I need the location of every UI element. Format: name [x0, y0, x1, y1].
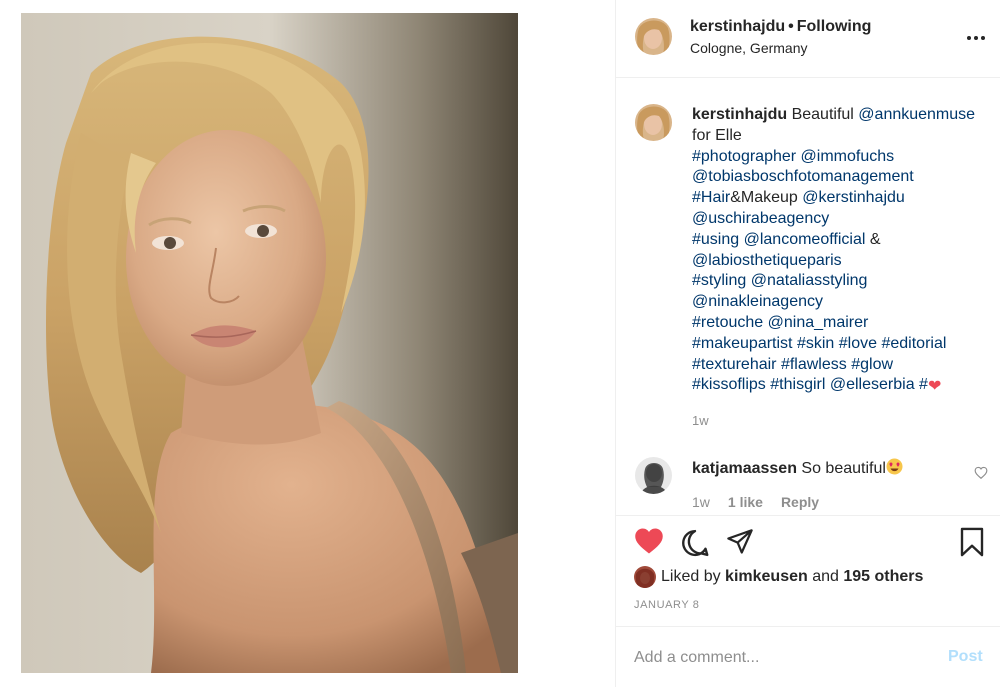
hashtag-link[interactable]: #editorial — [881, 335, 946, 352]
following-button[interactable]: Following — [797, 18, 872, 35]
comment-meta: 1w 1 like Reply — [692, 494, 837, 510]
caption-line: #retouche @nina_mairer — [692, 313, 992, 334]
post-photo-pane — [0, 0, 615, 687]
mention-link[interactable]: @elleserbia — [830, 376, 915, 393]
commenter-username[interactable]: katjamaassen — [692, 460, 797, 477]
mention-link[interactable]: @labiosthetiqueparis — [692, 252, 842, 269]
portrait-image — [21, 13, 518, 673]
caption-line: #styling @nataliasstyling — [692, 271, 992, 292]
hashtag-link[interactable]: #kissoflips — [692, 376, 766, 393]
caption-line: for Elle — [692, 126, 992, 147]
post-caption: kerstinhajdu Beautiful @annkuenmuse for E… — [692, 105, 992, 398]
mention-link[interactable]: @tobiasboschfotomanagement — [692, 168, 914, 185]
add-comment-form: Post — [616, 628, 1000, 687]
bookmark-icon[interactable] — [959, 527, 985, 557]
hashtag-link[interactable]: # — [919, 376, 928, 393]
hashtag-link[interactable]: #retouche — [692, 314, 763, 331]
separator-dot: • — [788, 18, 794, 35]
mention-link[interactable]: @ninakleinagency — [692, 293, 823, 310]
caption-line: @tobiasboschfotomanagement — [692, 167, 992, 188]
caption-line: kerstinhajdu Beautiful @annkuenmuse — [692, 105, 992, 126]
hashtag-link[interactable]: #love — [839, 335, 877, 352]
caption-line: @labiosthetiqueparis — [692, 251, 992, 272]
comment-body: So beautiful — [796, 460, 886, 477]
mention-link[interactable]: @kerstinhajdu — [802, 189, 905, 206]
hashtag-link[interactable]: #thisgirl — [770, 376, 825, 393]
hashtag-link[interactable]: #makeupartist — [692, 335, 793, 352]
caption-text-segment: & — [865, 230, 881, 248]
caption-text-segment: &Makeup — [730, 189, 803, 207]
hashtag-link[interactable]: #Hair — [692, 189, 730, 206]
caption-line: #Hair&Makeup @kerstinhajdu — [692, 188, 992, 209]
post-details-panel: kerstinhajdu • Following Cologne, Germany … — [615, 0, 1000, 687]
caption-line: @ninakleinagency — [692, 292, 992, 313]
liked-by-others[interactable]: 195 others — [843, 568, 923, 585]
heart-icon[interactable] — [634, 527, 664, 555]
more-icon[interactable] — [966, 28, 986, 48]
liker-avatar[interactable] — [634, 566, 656, 588]
author-username[interactable]: kerstinhajdu — [690, 18, 785, 35]
header-username-row: kerstinhajdu • Following — [690, 18, 871, 36]
mention-link[interactable]: @nina_mairer — [768, 314, 869, 331]
share-icon[interactable] — [726, 528, 754, 556]
caption-username[interactable]: kerstinhajdu — [692, 106, 787, 123]
comment-item: katjamaassen So beautiful — [692, 458, 903, 480]
comment-input[interactable] — [634, 646, 934, 670]
hashtag-link[interactable]: #photographer — [692, 148, 796, 165]
caption-text-segment: Beautiful — [787, 106, 859, 123]
mention-link[interactable]: @annkuenmuse — [858, 106, 975, 123]
hashtag-link[interactable]: #styling — [692, 272, 746, 289]
post-location[interactable]: Cologne, Germany — [690, 40, 808, 56]
post-header: kerstinhajdu • Following Cologne, Germany — [616, 0, 1000, 78]
caption-line: #photographer @immofuchs — [692, 147, 992, 168]
comment-timestamp[interactable]: 1w — [692, 494, 710, 510]
comment-icon[interactable] — [680, 528, 710, 558]
caption-author-avatar[interactable] — [635, 104, 672, 141]
commenter-avatar[interactable] — [635, 457, 672, 494]
mention-link[interactable]: @lancomeofficial — [744, 231, 866, 248]
comments-scroll-area[interactable]: kerstinhajdu Beautiful @annkuenmuse for E… — [616, 78, 1000, 516]
hashtag-link[interactable]: #using — [692, 231, 739, 248]
author-avatar[interactable] — [635, 18, 672, 55]
liked-by-user[interactable]: kimkeusen — [725, 568, 808, 585]
hashtag-link[interactable]: #glow — [851, 356, 893, 373]
post-date[interactable]: JANUARY 8 — [634, 599, 700, 611]
heart-eyes-emoji — [886, 458, 903, 480]
red-heart-emoji: ❤ — [927, 378, 942, 396]
hashtag-link[interactable]: #flawless — [781, 356, 847, 373]
post-comment-button[interactable]: Post — [948, 648, 983, 666]
caption-timestamp[interactable]: 1w — [692, 413, 709, 428]
liked-by-and: and — [807, 568, 844, 585]
reply-button[interactable]: Reply — [781, 494, 819, 510]
small-heart-icon[interactable] — [974, 466, 988, 480]
caption-line: #makeupartist #skin #love #editorial — [692, 334, 992, 355]
mention-link[interactable]: @nataliasstyling — [751, 272, 868, 289]
hashtag-link[interactable]: #skin — [797, 335, 834, 352]
caption-line: @uschirabeagency — [692, 209, 992, 230]
caption-line: #kissoflips #thisgirl @elleserbia #❤ — [692, 375, 992, 398]
liked-by-text: Liked by kimkeusen and 195 others — [661, 568, 923, 586]
hashtag-link[interactable]: #texturehair — [692, 356, 777, 373]
caption-line: #using @lancomeofficial & — [692, 230, 992, 251]
comment-likes-count[interactable]: 1 like — [728, 494, 763, 510]
caption-text-segment: for Elle — [692, 126, 742, 144]
liked-by-prefix: Liked by — [661, 568, 726, 585]
mention-link[interactable]: @immofuchs — [801, 148, 895, 165]
post-photo[interactable] — [21, 13, 518, 673]
post-actions: Liked by kimkeusen and 195 others JANUAR… — [616, 517, 1000, 627]
caption-line: #texturehair #flawless #glow — [692, 355, 992, 376]
mention-link[interactable]: @uschirabeagency — [692, 210, 829, 227]
